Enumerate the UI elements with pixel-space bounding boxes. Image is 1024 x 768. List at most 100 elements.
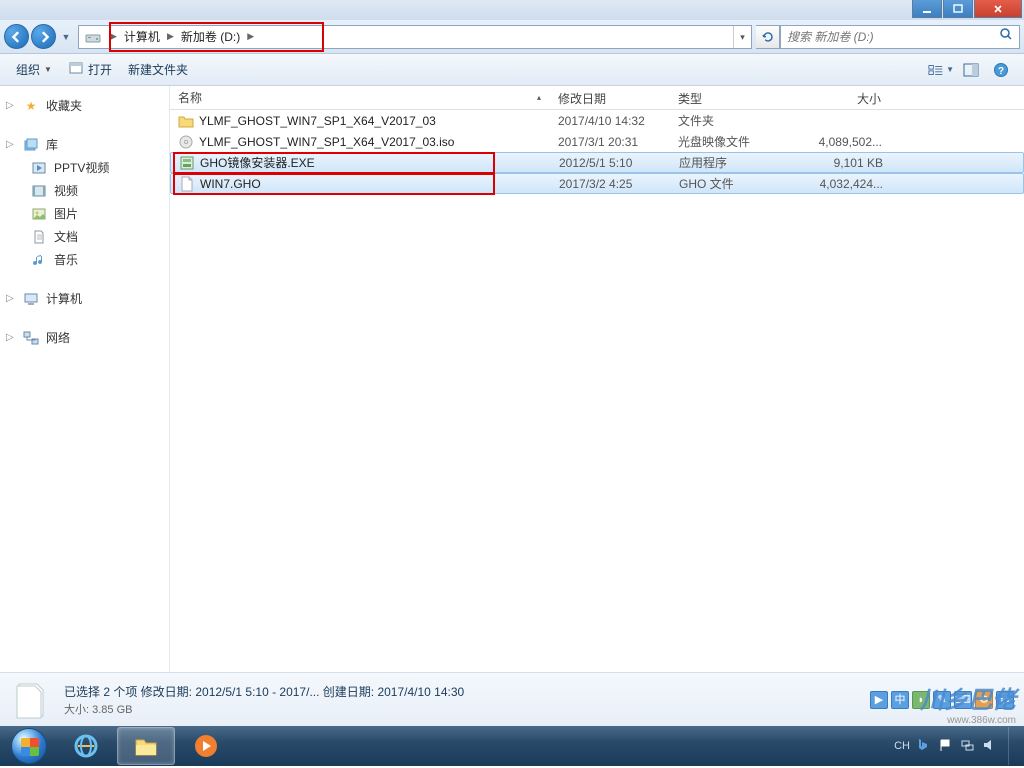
sidebar-label: 视频 xyxy=(54,182,78,199)
col-type[interactable]: 类型 xyxy=(670,86,790,109)
column-headers: 名称▴ 修改日期 类型 大小 xyxy=(170,86,1024,110)
ime-icon[interactable]: ▶ xyxy=(870,691,888,709)
back-button[interactable] xyxy=(4,24,29,49)
file-name: WIN7.GHO xyxy=(200,177,261,191)
address-bar[interactable]: ▶ 计算机 ▶ 新加卷 (D:) ▶ ▾ xyxy=(78,25,752,49)
refresh-button[interactable] xyxy=(756,25,780,49)
search-box[interactable] xyxy=(780,25,1020,49)
col-date[interactable]: 修改日期 xyxy=(550,86,670,109)
file-list: 名称▴ 修改日期 类型 大小 YLMF_GHOST_WIN7_SP1_X64_V… xyxy=(170,86,1024,672)
col-size[interactable]: 大小 xyxy=(790,86,890,109)
maximize-button[interactable] xyxy=(943,0,973,18)
taskbar-wmp[interactable] xyxy=(177,727,235,765)
minimize-button[interactable] xyxy=(912,0,942,18)
file-row[interactable]: YLMF_GHOST_WIN7_SP1_X64_V2017_03.iso 201… xyxy=(170,131,1024,152)
organize-label: 组织 xyxy=(16,61,40,78)
libraries-label: 库 xyxy=(46,136,58,153)
file-row-selected[interactable]: GHO镜像安装器.EXE 2012/5/1 5:10 应用程序 9,101 KB xyxy=(170,152,1024,173)
view-menu[interactable]: ▼ xyxy=(928,59,954,81)
col-name[interactable]: 名称▴ xyxy=(170,86,550,109)
file-type: 文件夹 xyxy=(670,112,790,129)
show-desktop-button[interactable] xyxy=(1008,727,1018,765)
breadcrumb-sep[interactable]: ▶ xyxy=(107,31,120,42)
file-name: YLMF_GHOST_WIN7_SP1_X64_V2017_03 xyxy=(199,114,436,128)
sidebar-label: 文档 xyxy=(54,228,78,245)
preview-pane-button[interactable] xyxy=(958,59,984,81)
search-input[interactable] xyxy=(787,30,999,44)
file-type: 应用程序 xyxy=(671,154,791,171)
sidebar-network[interactable]: ▷ 网络 xyxy=(0,326,169,349)
libraries-icon xyxy=(22,138,40,152)
watermark: 川乡巴佬 www.386w.com xyxy=(920,680,1016,726)
bing-icon[interactable] xyxy=(916,738,932,754)
file-size: 4,089,502... xyxy=(790,135,890,149)
expand-icon[interactable]: ▷ xyxy=(6,139,16,150)
new-folder-label: 新建文件夹 xyxy=(128,61,188,78)
sidebar-item-music[interactable]: 音乐 xyxy=(0,248,169,271)
video-icon xyxy=(30,162,48,174)
breadcrumb-sep[interactable]: ▶ xyxy=(244,31,257,42)
file-name: GHO镜像安装器.EXE xyxy=(200,154,315,171)
help-button[interactable]: ? xyxy=(988,59,1014,81)
taskbar-ie[interactable] xyxy=(57,727,115,765)
sidebar-label: 图片 xyxy=(54,205,78,222)
file-date: 2012/5/1 5:10 xyxy=(551,156,671,170)
expand-icon[interactable]: ▷ xyxy=(6,100,16,111)
organize-menu[interactable]: 组织▼ xyxy=(8,61,60,78)
system-tray: CH xyxy=(894,727,1022,765)
file-row[interactable]: YLMF_GHOST_WIN7_SP1_X64_V2017_03 2017/4/… xyxy=(170,110,1024,131)
flag-icon[interactable] xyxy=(938,738,954,754)
navbar: ▼ ▶ 计算机 ▶ 新加卷 (D:) ▶ ▾ xyxy=(0,20,1024,54)
favorites-label: 收藏夹 xyxy=(46,97,82,114)
iso-icon xyxy=(178,134,194,150)
volume-icon[interactable] xyxy=(982,738,998,754)
nav-pane: ▷ ★ 收藏夹 ▷ 库 PPTV视频 视频 图片 xyxy=(0,86,170,672)
file-row-selected[interactable]: WIN7.GHO 2017/3/2 4:25 GHO 文件 4,032,424.… xyxy=(170,173,1024,194)
file-size: 4,032,424... xyxy=(791,177,891,191)
svg-text:?: ? xyxy=(998,66,1004,77)
command-bar: 组织▼ 打开 新建文件夹 ▼ ? xyxy=(0,54,1024,86)
open-icon xyxy=(68,60,84,79)
details-pane: 已选择 2 个项 修改日期: 2012/5/1 5:10 - 2017/... … xyxy=(0,672,1024,726)
close-button[interactable] xyxy=(974,0,1022,18)
sidebar-item-pictures[interactable]: 图片 xyxy=(0,202,169,225)
sidebar-computer[interactable]: ▷ 计算机 xyxy=(0,287,169,310)
document-icon xyxy=(30,230,48,244)
titlebar xyxy=(0,0,1024,20)
search-icon[interactable] xyxy=(999,27,1013,46)
details-line2: 大小: 3.85 GB xyxy=(64,701,858,717)
network-icon[interactable] xyxy=(960,738,976,754)
file-date: 2017/3/2 4:25 xyxy=(551,177,671,191)
address-dropdown[interactable]: ▾ xyxy=(733,26,751,48)
open-button[interactable]: 打开 xyxy=(60,60,120,79)
sidebar-libraries[interactable]: ▷ 库 xyxy=(0,133,169,156)
folder-icon xyxy=(178,113,194,129)
sidebar-favorites[interactable]: ▷ ★ 收藏夹 xyxy=(0,94,169,117)
ime-lang[interactable]: 中 xyxy=(891,691,909,709)
breadcrumb-sep[interactable]: ▶ xyxy=(164,31,177,42)
sidebar-label: PPTV视频 xyxy=(54,159,109,176)
breadcrumb-drive[interactable]: 新加卷 (D:) xyxy=(177,28,244,45)
new-folder-button[interactable]: 新建文件夹 xyxy=(120,61,196,78)
sidebar-item-video[interactable]: 视频 xyxy=(0,179,169,202)
exe-icon xyxy=(179,155,195,171)
file-type: 光盘映像文件 xyxy=(670,133,790,150)
network-icon xyxy=(22,331,40,345)
tray-lang[interactable]: CH xyxy=(894,740,910,752)
windows-orb-icon xyxy=(11,728,47,764)
start-button[interactable] xyxy=(2,726,56,766)
sidebar-item-documents[interactable]: 文档 xyxy=(0,225,169,248)
expand-icon[interactable]: ▷ xyxy=(6,332,16,343)
nav-history-drop[interactable]: ▼ xyxy=(58,32,74,42)
expand-icon[interactable]: ▷ xyxy=(6,293,16,304)
open-label: 打开 xyxy=(88,61,112,78)
network-label: 网络 xyxy=(46,329,70,346)
forward-button[interactable] xyxy=(31,24,56,49)
computer-icon xyxy=(22,292,40,306)
music-icon xyxy=(30,253,48,267)
file-name: YLMF_GHOST_WIN7_SP1_X64_V2017_03.iso xyxy=(199,135,454,149)
taskbar: CH xyxy=(0,726,1024,766)
breadcrumb-computer[interactable]: 计算机 xyxy=(120,28,164,45)
taskbar-explorer[interactable] xyxy=(117,727,175,765)
sidebar-item-pptv[interactable]: PPTV视频 xyxy=(0,156,169,179)
